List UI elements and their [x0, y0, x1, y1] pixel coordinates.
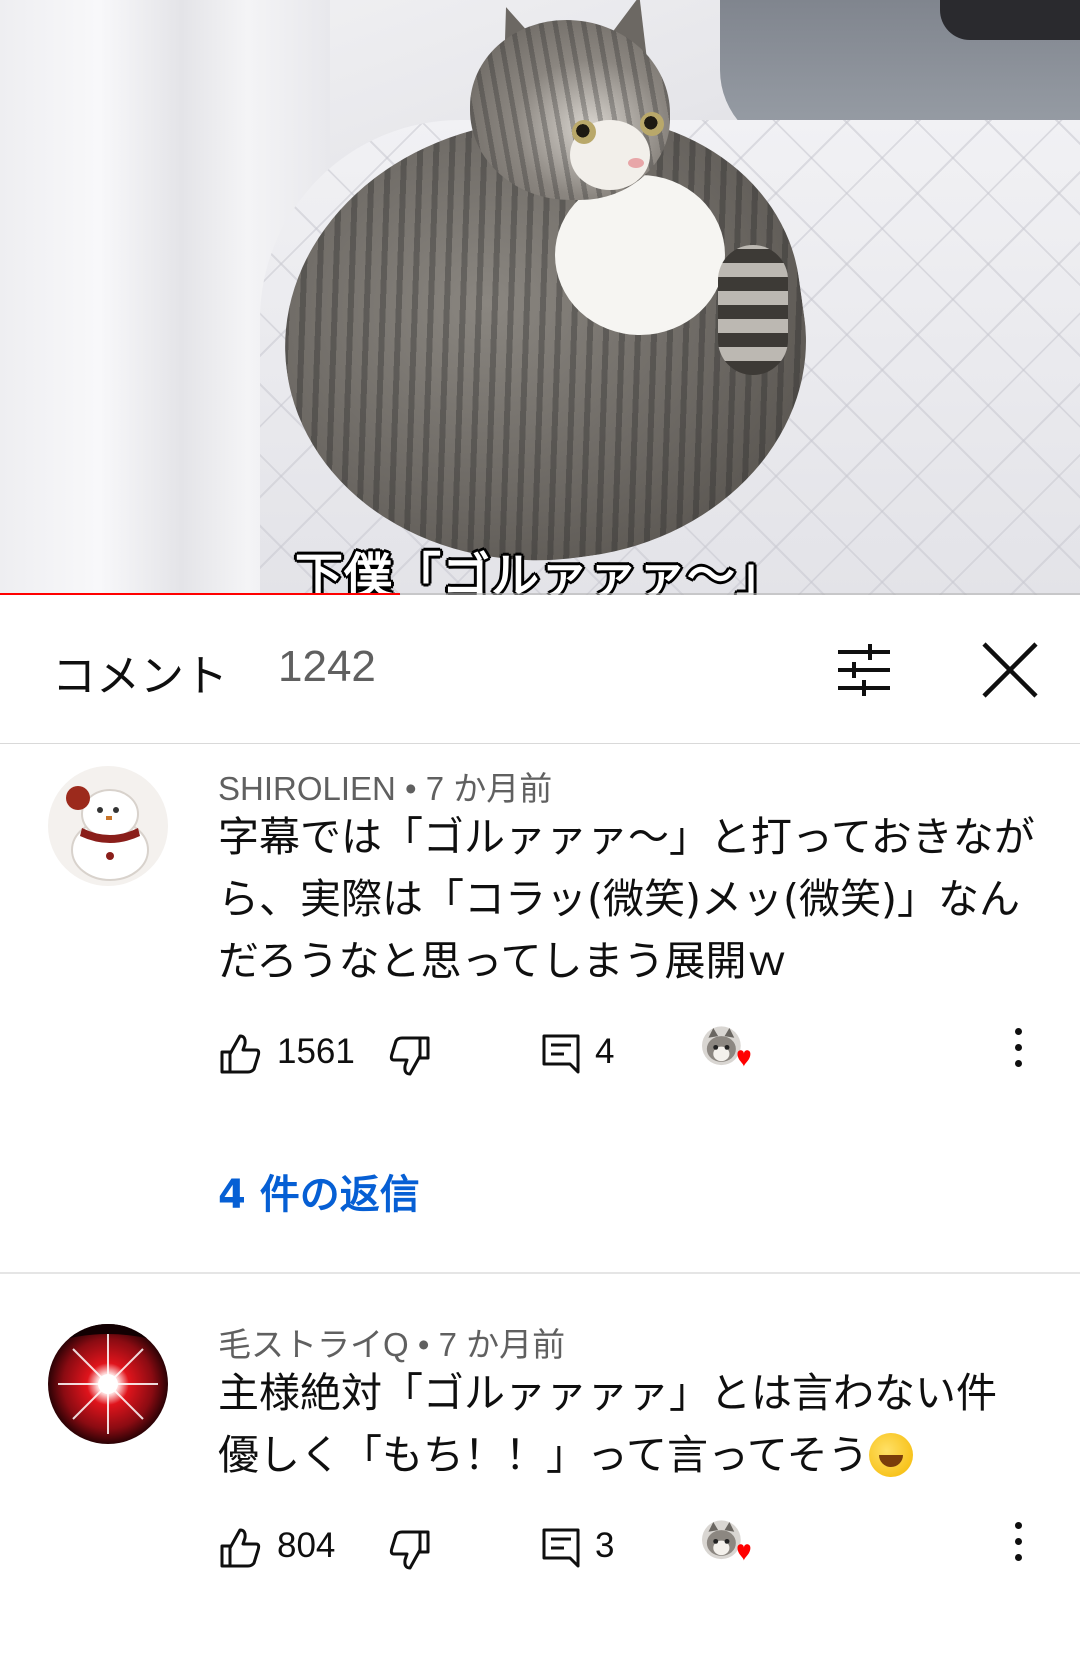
meta-separator: • — [417, 1326, 439, 1363]
reply-icon[interactable] — [540, 1032, 584, 1076]
filter-button[interactable] — [832, 638, 896, 702]
snowman-avatar-icon — [48, 766, 168, 886]
more-button[interactable] — [998, 1520, 1038, 1570]
comment-time: 7 か月前 — [438, 1326, 566, 1363]
reply-count: 4 — [595, 1032, 615, 1071]
dislike-icon[interactable] — [388, 1528, 432, 1572]
comment-text: 字幕では「ゴルァァァ〜」と打っておきながら、実際は「コラッ(微笑)メッ(微笑)」… — [218, 813, 1035, 985]
comment-meta: 毛ストライQ • 7 か月前 — [218, 1318, 565, 1366]
dislike-icon[interactable] — [388, 1034, 432, 1078]
more-icon — [1015, 1044, 1022, 1051]
more-icon — [1015, 1028, 1022, 1035]
meta-separator: • — [405, 770, 426, 807]
starburst-avatar-icon — [48, 1324, 168, 1444]
comment-actions: 804 3 — [218, 1520, 1038, 1580]
more-icon — [1015, 1554, 1022, 1561]
comment-actions: 1561 4 — [218, 1026, 1038, 1086]
more-button[interactable] — [998, 1026, 1038, 1076]
comment-meta: SHIROLIEN • 7 か月前 — [218, 762, 552, 810]
creator-heart-icon — [702, 1520, 751, 1561]
comment-text-line: 優しく「もち！！」って言ってそう — [218, 1424, 1038, 1486]
cat-tail — [718, 245, 788, 375]
reply-count: 3 — [595, 1526, 615, 1565]
cat-eye — [640, 112, 664, 136]
like-count: 804 — [277, 1526, 336, 1565]
comment-item: SHIROLIEN • 7 か月前 字幕では「ゴルァァァ〜」と打っておきながら、… — [0, 744, 1080, 1272]
like-icon[interactable] — [218, 1032, 262, 1076]
video-progress-bar[interactable] — [0, 593, 1080, 595]
dark-object-background — [940, 0, 1080, 40]
laughing-emoji-icon — [868, 1433, 913, 1477]
cat-eye — [572, 120, 596, 144]
more-icon — [1015, 1522, 1022, 1529]
comment-time: 7 か月前 — [425, 770, 553, 807]
video-progress-fill — [0, 593, 400, 595]
more-icon — [1015, 1060, 1022, 1067]
comment-text-line: 主様絶対「ゴルァァァァ」とは言わない件 — [218, 1369, 997, 1417]
cat-nose — [628, 158, 644, 168]
close-button[interactable] — [978, 638, 1042, 702]
like-icon[interactable] — [218, 1526, 262, 1570]
view-replies-link[interactable]: 4 件の返信 — [218, 1162, 420, 1220]
video-player[interactable]: 下僕「ゴルァァァ〜」 — [0, 0, 1080, 595]
like-count: 1561 — [277, 1032, 355, 1071]
filter-icon — [838, 644, 890, 696]
comment-author[interactable]: 毛ストライQ — [218, 1326, 409, 1363]
more-icon — [1015, 1538, 1022, 1545]
avatar[interactable] — [48, 766, 168, 886]
comment-item: 毛ストライQ • 7 か月前 主様絶対「ゴルァァァァ」とは言わない件 優しく「も… — [0, 1274, 1080, 1670]
comments-count: 1242 — [278, 642, 376, 691]
close-icon — [982, 642, 1038, 698]
avatar[interactable] — [48, 1324, 168, 1444]
reply-icon[interactable] — [540, 1526, 584, 1570]
comments-title: コメント — [52, 651, 228, 702]
comment-author[interactable]: SHIROLIEN — [218, 770, 396, 807]
comment-text: 主様絶対「ゴルァァァァ」とは言わない件 優しく「もち！！」って言ってそう — [218, 1362, 1038, 1486]
comments-header: コメント 1242 — [0, 598, 1080, 744]
creator-heart-icon — [702, 1026, 751, 1067]
video-subtitle: 下僕「ゴルァァァ〜」 — [294, 548, 785, 595]
